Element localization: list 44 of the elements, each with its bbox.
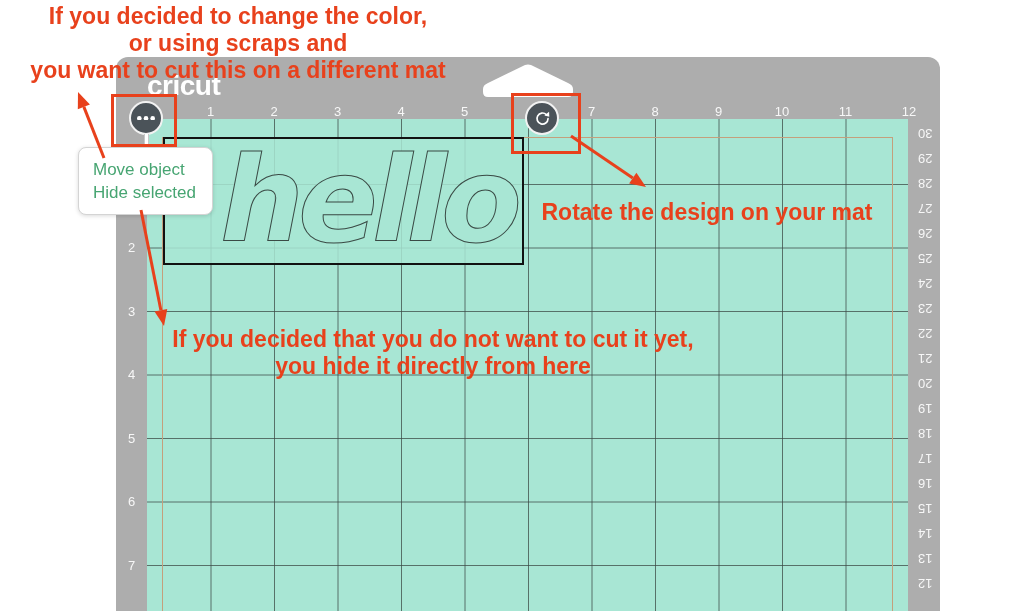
- annotation-arrow: [77, 92, 106, 159]
- ruler-number: 7: [127, 558, 136, 573]
- ruler-number: 16: [917, 476, 933, 490]
- ruler-number: 9: [714, 105, 723, 119]
- ruler-number: 5: [460, 105, 469, 119]
- ruler-number: 5: [127, 431, 136, 446]
- rotate-icon: [533, 109, 551, 127]
- ruler-number: 7: [587, 105, 596, 119]
- ruler-number: 2: [127, 241, 136, 255]
- ruler-number: 3: [127, 304, 136, 319]
- highlight-frame: [111, 94, 177, 147]
- ruler-number: 2: [270, 105, 278, 119]
- ruler-number: 14: [917, 526, 933, 540]
- menu-item[interactable]: Move object: [93, 158, 185, 181]
- ruler-number: 4: [397, 105, 405, 119]
- ruler-number: 20: [917, 376, 933, 390]
- ruler-number: 24: [917, 276, 933, 290]
- ruler-number: 11: [838, 105, 853, 119]
- ruler-number: 28: [917, 176, 933, 190]
- ruler-number: 29: [917, 151, 933, 165]
- ruler-number: 13: [917, 551, 933, 565]
- ruler-number: 18: [917, 426, 933, 440]
- ruler-number: 12: [917, 576, 933, 590]
- ruler-number: 17: [917, 451, 933, 465]
- ruler-number: 26: [917, 226, 933, 240]
- ruler-number: 30: [917, 126, 933, 140]
- menu-item[interactable]: Hide selected: [93, 181, 196, 204]
- ruler-number: 22: [917, 326, 933, 340]
- ruler-number: 12: [901, 105, 917, 119]
- ellipsis-icon: [137, 115, 155, 121]
- ruler-number: 6: [127, 495, 136, 509]
- ruler-number: 21: [917, 351, 933, 365]
- ruler-number: 25: [917, 251, 933, 265]
- design-text[interactable]: hello: [220, 142, 516, 258]
- ruler-number: 27: [917, 201, 933, 215]
- mat-notch-icon: [483, 64, 573, 97]
- ruler-number: 3: [333, 105, 342, 119]
- ruler-number: 8: [651, 105, 659, 119]
- ruler-number: 15: [917, 501, 933, 515]
- ruler-number: 10: [774, 105, 790, 119]
- ruler-number: 19: [917, 401, 933, 415]
- ruler-number: 23: [917, 301, 933, 315]
- ruler-number: 1: [206, 105, 215, 119]
- ruler-number: 4: [127, 368, 136, 382]
